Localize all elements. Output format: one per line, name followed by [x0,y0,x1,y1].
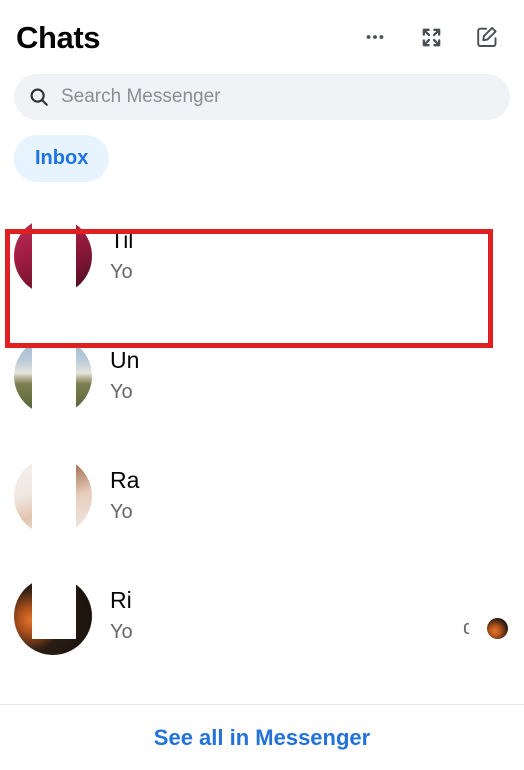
avatar-image [76,217,92,295]
chat-meta: Ri Yo [110,585,142,647]
search-input[interactable] [61,86,496,108]
avatar-image [76,337,92,415]
avatar-slice-left [14,337,32,415]
filter-tabs: Inbox [0,120,524,182]
search-bar[interactable] [14,74,510,120]
chat-meta: Un Yo [110,345,142,407]
chat-row[interactable]: Ra Yo [0,436,524,556]
new-message-button[interactable] [472,22,502,52]
search-section [0,74,524,120]
chat-name: Ra [110,466,140,493]
expand-button[interactable] [416,22,446,52]
avatar-occluder [32,577,76,639]
panel-footer: See all in Messenger [0,704,524,770]
chat-row[interactable]: Un Yo [0,316,524,436]
chat-name: Ri [110,586,132,613]
avatar-slice-right [76,457,92,535]
chat-preview: Yo [110,501,133,524]
chat-preview: Yo [110,261,133,284]
avatar [14,337,92,415]
chat-preview: Yo [110,381,133,404]
page-title: Chats [16,19,101,55]
panel-header: Chats [0,0,524,74]
header-actions [360,22,502,52]
chat-name: Un [110,346,140,373]
chat-row[interactable]: Til Yo [0,196,524,316]
chat-row-trailing: d [463,617,508,640]
avatar-image [76,457,92,535]
chat-preview: Yo [110,621,133,644]
avatar-slice-left [14,217,32,295]
avatar-image [14,457,32,535]
compose-icon [475,25,499,49]
chat-meta: Til Yo [110,225,142,287]
filter-tab-inbox[interactable]: Inbox [14,135,110,182]
avatar-slice-right [76,217,92,295]
expand-icon [420,26,443,49]
ellipsis-icon [364,26,386,48]
timestamp-clipped: d [463,616,469,639]
chat-meta: Ra Yo [110,465,142,527]
avatar [14,217,92,295]
chat-row[interactable]: Ri Yo d [0,556,524,676]
chat-name: Til [110,226,134,253]
filter-tab-inbox-label: Inbox [35,147,89,169]
avatar [14,457,92,535]
more-options-button[interactable] [360,22,390,52]
avatar-image [14,337,32,415]
avatar-slice-right [76,337,92,415]
see-all-in-messenger-link[interactable]: See all in Messenger [154,725,370,751]
avatar [14,577,92,655]
read-receipt-avatar [487,617,508,639]
avatar-image [14,217,32,295]
search-icon [28,86,50,108]
avatar-slice-left [14,457,32,535]
chat-list: Til Yo Un Yo Ra Yo Ri Yo d [0,182,524,676]
